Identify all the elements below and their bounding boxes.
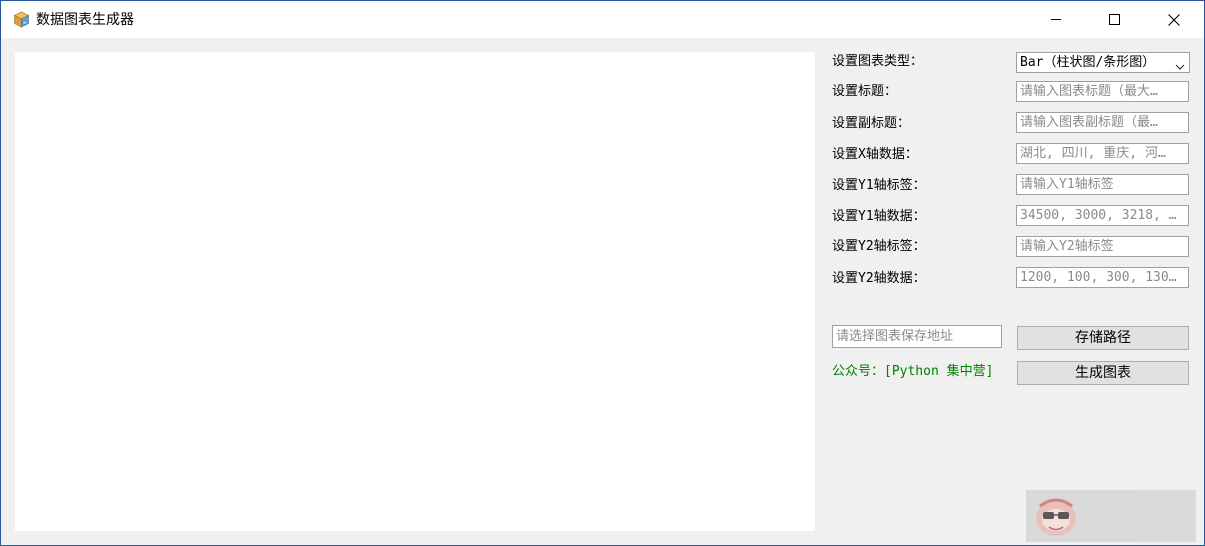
subtitle-input[interactable]: 请输入图表副标题（最…: [1016, 112, 1189, 133]
y1-label-label: 设置Y1轴标签：: [832, 178, 926, 193]
minimize-icon: [1050, 14, 1062, 25]
chart-preview-area: [15, 52, 815, 531]
watermark-logo: [1026, 490, 1196, 542]
chart-type-value: Bar（柱状图/条形图）: [1020, 55, 1156, 70]
generate-chart-button[interactable]: 生成图表: [1017, 361, 1189, 385]
y2-data-label: 设置Y2轴数据：: [832, 271, 926, 286]
credit-text: 公众号：[Python 集中营]: [832, 364, 994, 379]
chevron-down-icon: [1175, 58, 1185, 72]
close-icon: [1168, 13, 1180, 26]
y1-data-label: 设置Y1轴数据：: [832, 209, 926, 224]
y1-data-input[interactable]: 34500, 3000, 3218, …: [1016, 205, 1189, 226]
window-title: 数据图表生成器: [36, 12, 134, 28]
title-bar[interactable]: 数据图表生成器: [1, 1, 1204, 38]
y2-data-input[interactable]: 1200, 100, 300, 130…: [1016, 267, 1189, 288]
x-data-label: 设置X轴数据：: [832, 147, 918, 162]
y1-label-input[interactable]: 请输入Y1轴标签: [1016, 174, 1189, 195]
maximize-button[interactable]: [1091, 1, 1137, 38]
subtitle-label: 设置副标题：: [832, 116, 911, 131]
maximize-icon: [1108, 14, 1120, 25]
y2-label-label: 设置Y2轴标签：: [832, 239, 926, 254]
y2-label-input[interactable]: 请输入Y2轴标签: [1016, 236, 1189, 257]
title-label: 设置标题：: [832, 84, 898, 99]
minimize-button[interactable]: [1033, 1, 1079, 38]
save-path-input[interactable]: 请选择图表保存地址: [832, 325, 1002, 348]
chart-type-select[interactable]: Bar（柱状图/条形图）: [1016, 52, 1190, 73]
save-path-button[interactable]: 存储路径: [1017, 326, 1189, 350]
gear-cube-icon: [13, 11, 30, 28]
chart-type-label: 设置图表类型：: [832, 54, 924, 69]
title-input[interactable]: 请输入图表标题（最大…: [1016, 81, 1189, 102]
x-data-input[interactable]: 湖北, 四川, 重庆, 河…: [1016, 143, 1189, 164]
app-window: 数据图表生成器 设置图表类型： Bar（柱状图/条形图） 设置标题： 请输入图表…: [0, 0, 1205, 546]
mascot-icon: [1036, 498, 1076, 536]
close-button[interactable]: [1151, 1, 1197, 38]
